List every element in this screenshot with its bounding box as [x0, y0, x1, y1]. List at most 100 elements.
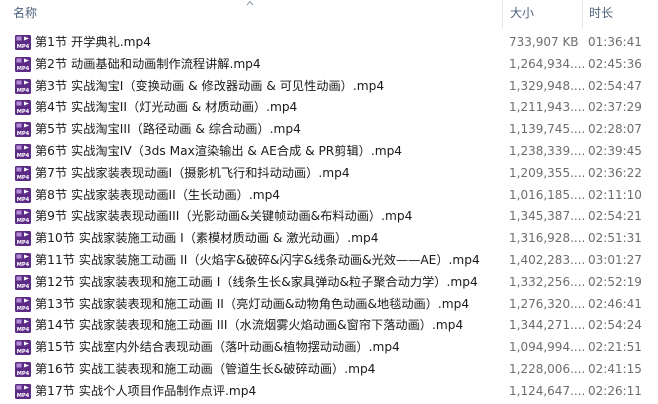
- svg-text:MP4: MP4: [17, 306, 30, 312]
- file-name: 第3节 实战淘宝I（变换动画 & 修改器动画 & 可见性动画）.mp4: [35, 78, 385, 93]
- svg-text:MP4: MP4: [17, 175, 30, 181]
- file-size: 1,316,928....: [509, 231, 586, 246]
- file-row[interactable]: MP4 第2节 动画基础和动画制作流程讲解.mp4 1,264,934.... 02:…: [0, 54, 658, 76]
- file-size: 733,907 KB: [509, 35, 579, 49]
- file-duration: 02:52:19: [588, 274, 642, 289]
- file-name: 第10节 实战家装施工动画 I（素模材质动画 & 激光动画）.mp4: [35, 231, 379, 246]
- file-name: 第5节 实战淘宝III（路径动画 & 综合动画）.mp4: [35, 122, 301, 137]
- file-row[interactable]: MP4 第16节 实战工装表现和施工动画（管道生长&破碎动画）.mp4 1,228,…: [0, 359, 658, 381]
- mp4-video-icon: MP4: [15, 122, 31, 138]
- file-name: 第1节 开学典礼.mp4: [35, 35, 151, 49]
- file-size: 1,329,948....: [509, 78, 586, 93]
- file-duration: 02:54:21: [588, 209, 642, 224]
- mp4-video-icon: MP4: [15, 35, 31, 50]
- file-row[interactable]: MP4 第12节 实战家装表现和施工动画 I（线条生长&家具弹动&粒子聚合动力学）…: [0, 272, 658, 294]
- mp4-video-icon: MP4: [15, 187, 31, 203]
- svg-text:MP4: MP4: [17, 240, 30, 246]
- file-name: 第4节 实战淘宝II（灯光动画 & 材质动画）.mp4: [35, 100, 298, 115]
- file-duration: 02:28:07: [588, 122, 642, 137]
- mp4-video-icon: MP4: [15, 209, 31, 225]
- file-duration: 02:54:47: [588, 78, 642, 93]
- mp4-video-icon: MP4: [15, 296, 31, 312]
- mp4-video-icon: MP4: [15, 361, 31, 377]
- file-size: 1,211,943....: [509, 100, 586, 115]
- file-duration: 02:21:51: [588, 340, 642, 355]
- file-size: 1,264,934....: [509, 56, 586, 71]
- file-row[interactable]: MP4 第10节 实战家装施工动画 I（素模材质动画 & 激光动画）.mp4 1,3…: [0, 228, 658, 250]
- file-row[interactable]: MP4 第5节 实战淘宝III（路径动画 & 综合动画）.mp4 1,139,745…: [0, 119, 658, 141]
- svg-text:MP4: MP4: [17, 349, 30, 355]
- svg-text:MP4: MP4: [17, 44, 30, 50]
- file-duration: 02:51:31: [588, 231, 642, 246]
- file-row[interactable]: MP4 第8节 实战家装表现动画II（生长动画）.mp4 1,016,185....…: [0, 185, 658, 207]
- file-list-header: 名称 大小 时长: [0, 0, 658, 28]
- svg-text:MP4: MP4: [17, 371, 30, 377]
- file-size: 1,016,185....: [509, 187, 586, 202]
- mp4-video-icon: MP4: [15, 165, 31, 181]
- mp4-video-icon: MP4: [15, 318, 31, 334]
- file-duration: 02:41:15: [588, 361, 642, 376]
- column-header-duration[interactable]: 时长: [582, 0, 658, 28]
- file-row[interactable]: MP4 第11节 实战家装施工动画 II（火焰字&破碎&闪字&线条动画&光效——A…: [0, 250, 658, 272]
- file-duration: 02:39:45: [588, 143, 642, 158]
- svg-text:MP4: MP4: [17, 197, 30, 203]
- file-name: 第7节 实战家装表现动画I（摄影机飞行和抖动动画）.mp4: [35, 165, 350, 180]
- svg-text:MP4: MP4: [17, 327, 30, 333]
- svg-text:MP4: MP4: [17, 262, 30, 268]
- file-name: 第14节 实战家装表现和施工动画 III（水流烟雾火焰动画&窗帘下落动画）.mp…: [35, 318, 464, 333]
- file-row[interactable]: MP4 第6节 实战淘宝IV（3ds Max渲染输出 & AE合成 & PR剪辑）…: [0, 141, 658, 163]
- svg-text:MP4: MP4: [17, 66, 30, 72]
- column-header-size[interactable]: 大小: [502, 0, 582, 28]
- file-row[interactable]: MP4 第13节 实战家装表现和施工动画 II（亮灯动画&动物角色动画&地毯动画）…: [0, 294, 658, 316]
- file-name: 第13节 实战家装表现和施工动画 II（亮灯动画&动物角色动画&地毯动画）.mp…: [35, 296, 470, 311]
- file-size: 1,402,283....: [509, 252, 586, 267]
- svg-text:MP4: MP4: [17, 131, 30, 137]
- file-size: 1,345,387....: [509, 209, 586, 224]
- mp4-video-icon: MP4: [15, 252, 31, 268]
- mp4-video-icon: MP4: [15, 274, 31, 290]
- file-size: 1,238,339....: [509, 143, 586, 158]
- mp4-video-icon: MP4: [15, 56, 31, 72]
- mp4-video-icon: MP4: [15, 100, 31, 116]
- file-name: 第12节 实战家装表现和施工动画 I（线条生长&家具弹动&粒子聚合动力学）.mp…: [35, 274, 478, 289]
- mp4-video-icon: MP4: [15, 78, 31, 94]
- file-row[interactable]: MP4 第9节 实战家装表现动画III（光影动画&关键帧动画&布料动画）.mp4 1…: [0, 206, 658, 228]
- file-row[interactable]: MP4 第17节 实战个人项目作品制作点评.mp4 1,124,647.... 02:…: [0, 381, 658, 403]
- file-duration: 03:01:27: [588, 252, 642, 267]
- file-row[interactable]: MP4 第14节 实战家装表现和施工动画 III（水流烟雾火焰动画&窗帘下落动画）…: [0, 315, 658, 337]
- file-duration: 02:36:22: [588, 165, 642, 180]
- file-size: 1,276,320....: [509, 296, 586, 311]
- file-duration: 02:37:29: [588, 100, 642, 115]
- svg-text:MP4: MP4: [17, 284, 30, 290]
- svg-text:MP4: MP4: [17, 153, 30, 159]
- file-name: 第15节 实战室内外结合表现动画（落叶动画&植物摆动动画）.mp4: [35, 340, 400, 355]
- file-duration: 02:45:36: [588, 56, 642, 71]
- file-row[interactable]: MP4 第4节 实战淘宝II（灯光动画 & 材质动画）.mp4 1,211,943.…: [0, 97, 658, 119]
- file-duration: 01:36:41: [588, 35, 642, 49]
- file-name: 第9节 实战家装表现动画III（光影动画&关键帧动画&布料动画）.mp4: [35, 209, 413, 224]
- sort-asc-icon[interactable]: [246, 0, 254, 6]
- file-name: 第8节 实战家装表现动画II（生长动画）.mp4: [35, 187, 281, 202]
- file-duration: 02:46:41: [588, 296, 642, 311]
- svg-text:MP4: MP4: [17, 88, 30, 94]
- file-name: 第17节 实战个人项目作品制作点评.mp4: [35, 383, 257, 398]
- file-size: 1,094,994....: [509, 340, 586, 355]
- svg-text:MP4: MP4: [17, 218, 30, 224]
- file-row[interactable]: MP4 第1节 开学典礼.mp4 733,907 KB 01:36:41: [0, 32, 658, 54]
- file-size: 1,209,355....: [509, 165, 586, 180]
- file-name: 第16节 实战工装表现和施工动画（管道生长&破碎动画）.mp4: [35, 361, 376, 376]
- file-row[interactable]: MP4 第3节 实战淘宝I（变换动画 & 修改器动画 & 可见性动画）.mp4 1,…: [0, 76, 658, 98]
- file-duration: 02:11:10: [588, 187, 642, 202]
- file-size: 1,124,647....: [509, 383, 586, 398]
- mp4-video-icon: MP4: [15, 383, 31, 399]
- file-row[interactable]: MP4 第7节 实战家装表现动画I（摄影机飞行和抖动动画）.mp4 1,209,35…: [0, 163, 658, 185]
- file-size: 1,344,271....: [509, 318, 586, 333]
- file-duration: 02:54:24: [588, 318, 642, 333]
- file-row[interactable]: MP4 第15节 实战室内外结合表现动画（落叶动画&植物摆动动画）.mp4 1,09…: [0, 337, 658, 359]
- file-name: 第2节 动画基础和动画制作流程讲解.mp4: [35, 56, 261, 71]
- file-duration: 02:26:11: [588, 383, 642, 398]
- svg-text:MP4: MP4: [17, 109, 30, 115]
- svg-text:MP4: MP4: [17, 393, 30, 399]
- file-list: MP4 第1节 开学典礼.mp4 733,907 KB 01:36:41 MP4 第2节 …: [0, 32, 658, 403]
- mp4-video-icon: MP4: [15, 340, 31, 356]
